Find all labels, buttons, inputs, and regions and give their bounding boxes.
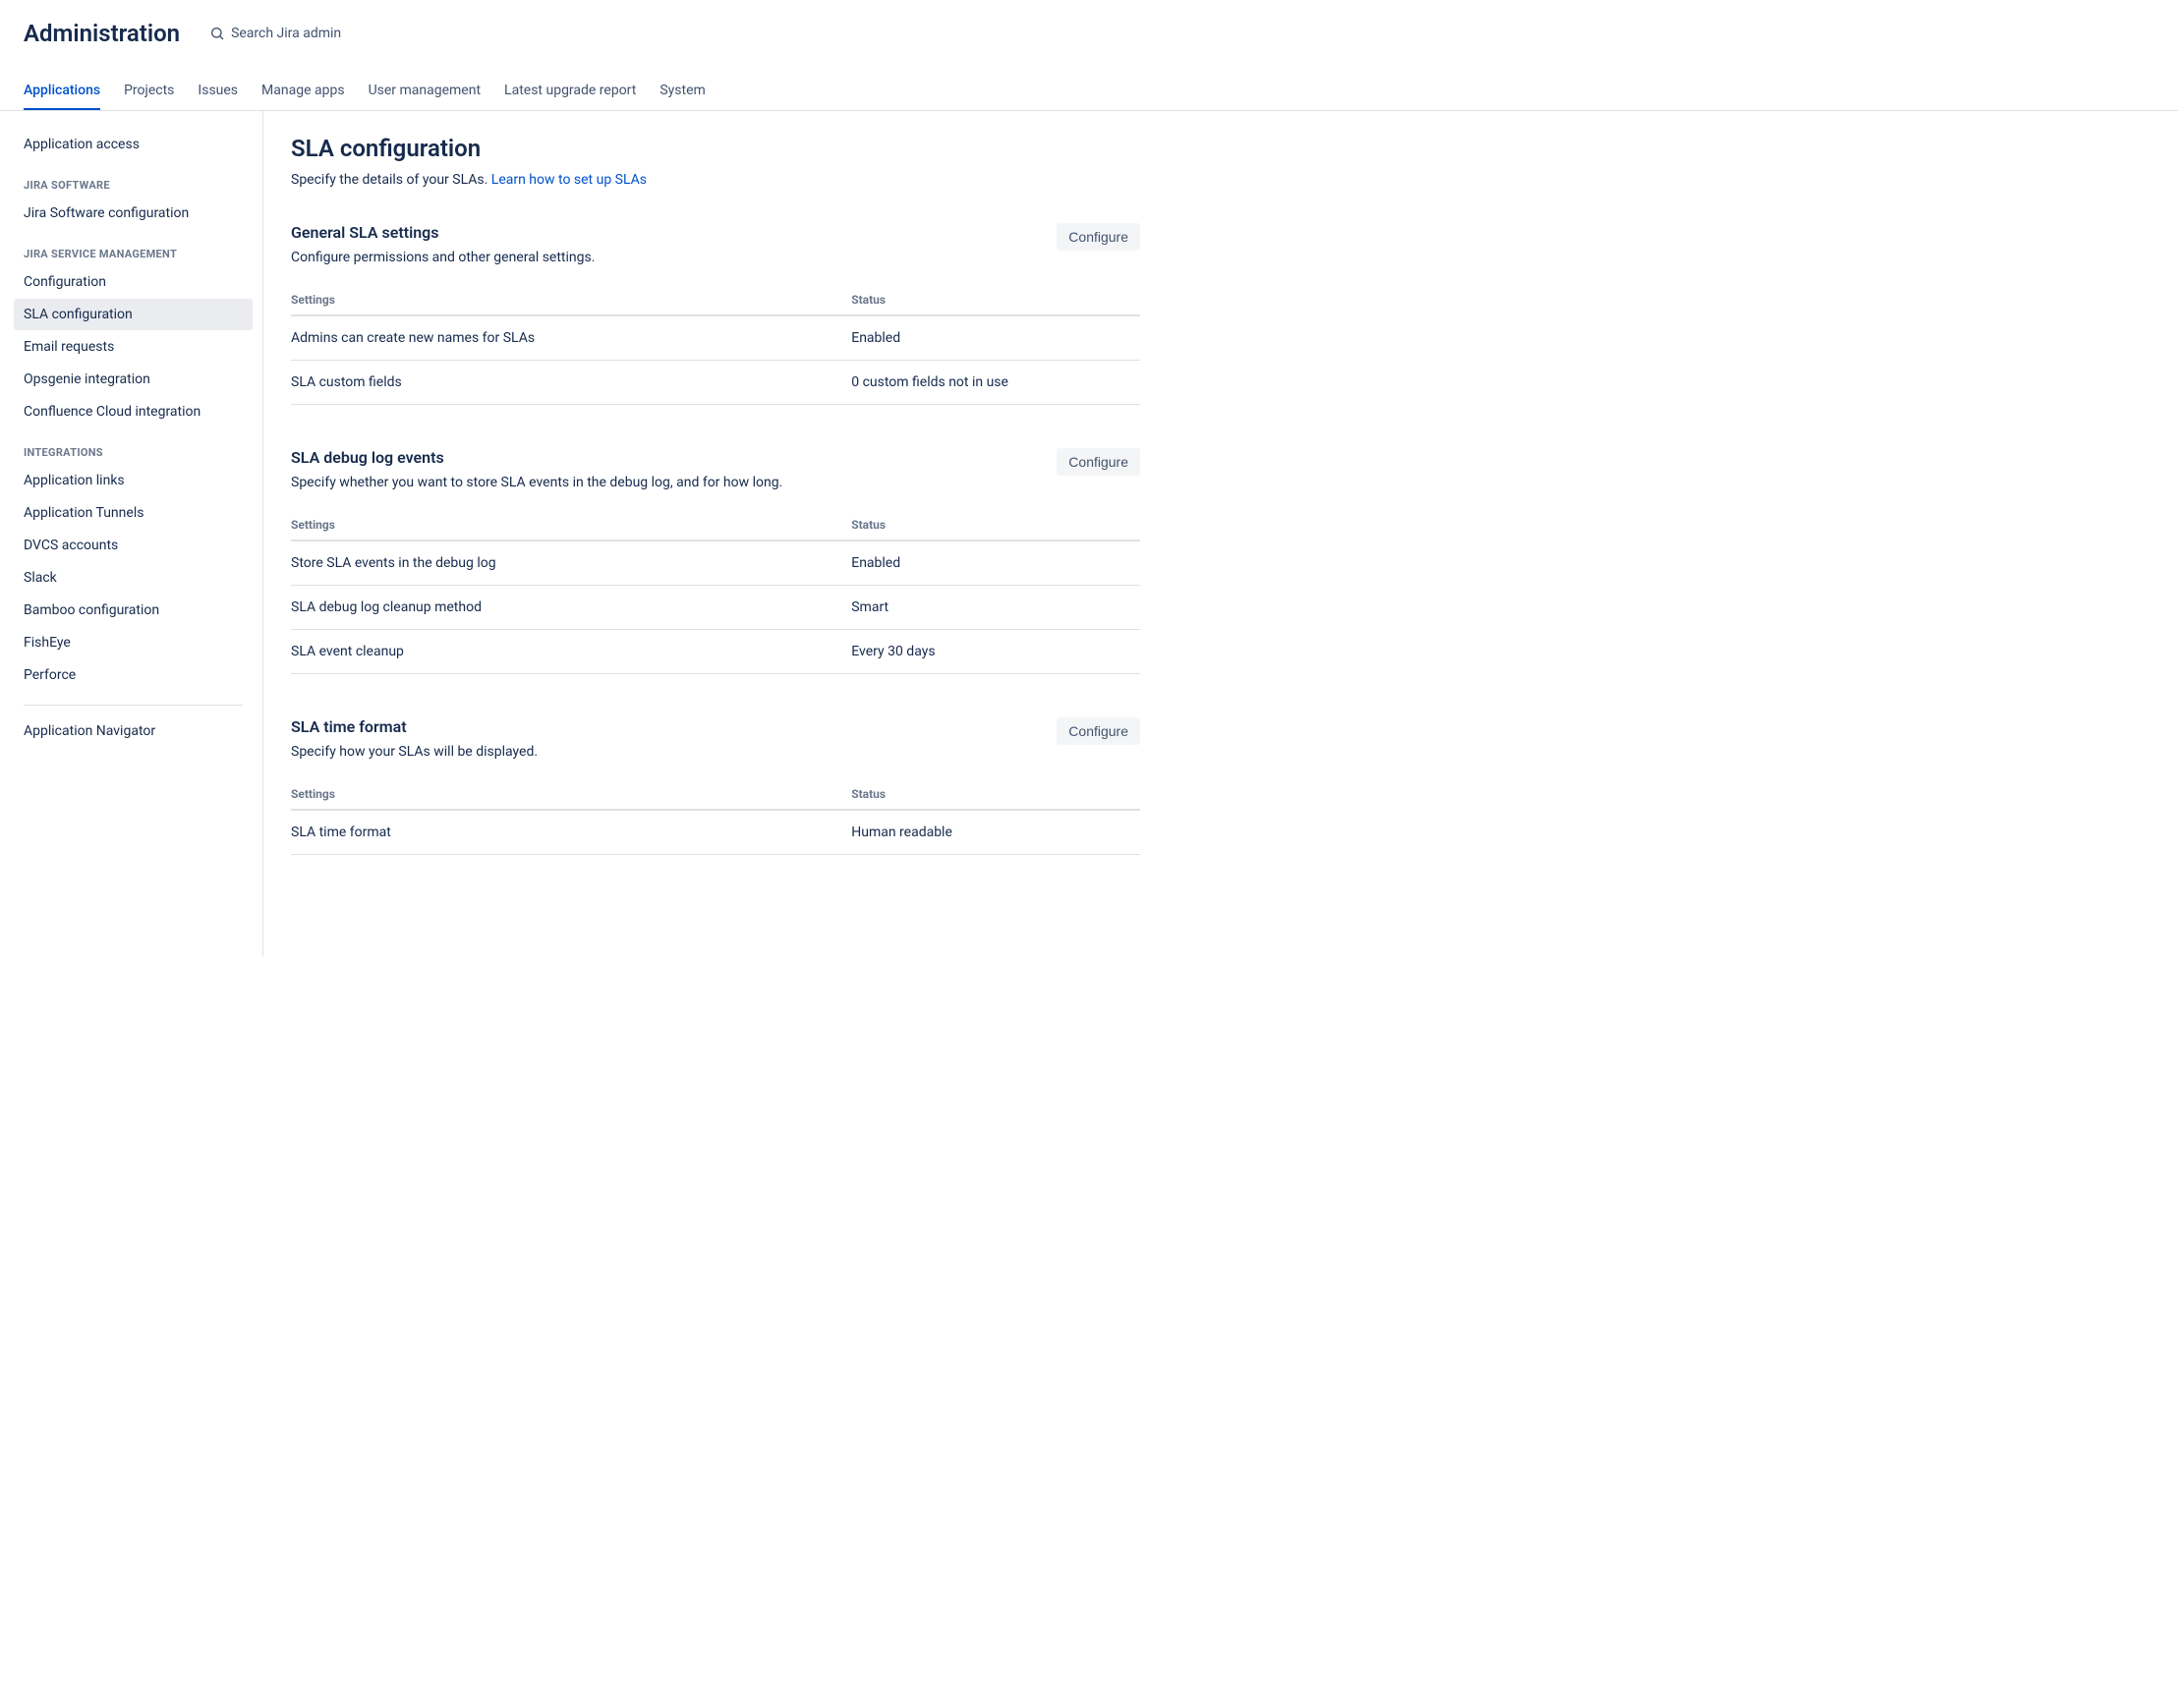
table-row: SLA time formatHuman readable — [291, 810, 1140, 855]
search-admin[interactable]: Search Jira admin — [209, 26, 341, 41]
setting-status: 0 custom fields not in use — [851, 361, 1140, 405]
page-description: Specify the details of your SLAs. Learn … — [291, 172, 1140, 188]
sidebar: Application access JIRA SOFTWAREJira Sof… — [0, 111, 263, 956]
col-status: Status — [851, 779, 1140, 810]
sidebar-item-application-navigator[interactable]: Application Navigator — [14, 715, 253, 747]
table-row: SLA custom fields0 custom fields not in … — [291, 361, 1140, 405]
page-description-link[interactable]: Learn how to set up SLAs — [491, 172, 647, 188]
sidebar-item-sla-configuration[interactable]: SLA configuration — [14, 299, 253, 330]
sidebar-item-confluence-cloud-integration[interactable]: Confluence Cloud integration — [14, 396, 253, 427]
col-status: Status — [851, 285, 1140, 315]
sidebar-item-opsgenie-integration[interactable]: Opsgenie integration — [14, 364, 253, 395]
sidebar-item-bamboo-configuration[interactable]: Bamboo configuration — [14, 595, 253, 626]
section-description: Specify how your SLAs will be displayed. — [291, 744, 538, 760]
sidebar-heading: INTEGRATIONS — [14, 428, 253, 465]
setting-name: SLA custom fields — [291, 361, 851, 405]
body-layout: Application access JIRA SOFTWAREJira Sof… — [0, 111, 2178, 956]
sidebar-item-perforce[interactable]: Perforce — [14, 659, 253, 691]
search-placeholder-text: Search Jira admin — [231, 26, 341, 41]
setting-status: Enabled — [851, 541, 1140, 586]
configure-button[interactable]: Configure — [1057, 223, 1140, 251]
tab-manage-apps[interactable]: Manage apps — [261, 75, 345, 110]
sidebar-item-fisheye[interactable]: FishEye — [14, 627, 253, 658]
table-row: Admins can create new names for SLAsEnab… — [291, 315, 1140, 361]
settings-table: SettingsStatusAdmins can create new name… — [291, 285, 1140, 405]
setting-name: SLA time format — [291, 810, 851, 855]
section-header: SLA time format Specify how your SLAs wil… — [291, 717, 1140, 779]
page-description-text: Specify the details of your SLAs. — [291, 172, 491, 188]
section-header: SLA debug log events Specify whether you … — [291, 448, 1140, 510]
col-settings: Settings — [291, 285, 851, 315]
tab-projects[interactable]: Projects — [124, 75, 174, 110]
sidebar-item-dvcs-accounts[interactable]: DVCS accounts — [14, 530, 253, 561]
page-title: SLA configuration — [291, 135, 1140, 162]
settings-table: SettingsStatusStore SLA events in the de… — [291, 510, 1140, 674]
sidebar-item-application-access[interactable]: Application access — [14, 129, 253, 160]
settings-table: SettingsStatusSLA time formatHuman reada… — [291, 779, 1140, 855]
sidebar-item-email-requests[interactable]: Email requests — [14, 331, 253, 363]
col-settings: Settings — [291, 510, 851, 541]
admin-tabs: Applications Projects Issues Manage apps Use… — [0, 75, 2178, 111]
tab-issues[interactable]: Issues — [198, 75, 238, 110]
table-row: SLA debug log cleanup methodSmart — [291, 586, 1140, 630]
table-row: SLA event cleanupEvery 30 days — [291, 630, 1140, 674]
sidebar-item-application-tunnels[interactable]: Application Tunnels — [14, 497, 253, 529]
section-header: General SLA settings Configure permission… — [291, 223, 1140, 285]
section: SLA debug log events Specify whether you … — [291, 448, 1140, 674]
section-description: Specify whether you want to store SLA ev… — [291, 475, 782, 490]
section: SLA time format Specify how your SLAs wil… — [291, 717, 1140, 855]
tab-applications[interactable]: Applications — [24, 75, 100, 110]
col-status: Status — [851, 510, 1140, 541]
search-icon — [209, 26, 225, 41]
setting-status: Every 30 days — [851, 630, 1140, 674]
configure-button[interactable]: Configure — [1057, 717, 1140, 745]
sidebar-heading: JIRA SERVICE MANAGEMENT — [14, 230, 253, 266]
tab-system[interactable]: System — [659, 75, 705, 110]
sidebar-item-application-links[interactable]: Application links — [14, 465, 253, 496]
sidebar-heading: JIRA SOFTWARE — [14, 161, 253, 198]
section-description: Configure permissions and other general … — [291, 250, 595, 265]
setting-status: Enabled — [851, 315, 1140, 361]
sidebar-divider — [24, 705, 243, 706]
setting-name: SLA event cleanup — [291, 630, 851, 674]
setting-status: Human readable — [851, 810, 1140, 855]
section: General SLA settings Configure permission… — [291, 223, 1140, 405]
section-title: SLA debug log events — [291, 448, 782, 467]
setting-name: SLA debug log cleanup method — [291, 586, 851, 630]
setting-name: Store SLA events in the debug log — [291, 541, 851, 586]
tab-user-management[interactable]: User management — [369, 75, 481, 110]
section-title: SLA time format — [291, 717, 538, 736]
main-content: SLA configuration Specify the details of… — [263, 111, 1168, 956]
configure-button[interactable]: Configure — [1057, 448, 1140, 476]
sidebar-item-slack[interactable]: Slack — [14, 562, 253, 594]
setting-status: Smart — [851, 586, 1140, 630]
setting-name: Admins can create new names for SLAs — [291, 315, 851, 361]
col-settings: Settings — [291, 779, 851, 810]
admin-header: Administration Search Jira admin — [0, 0, 2178, 57]
table-row: Store SLA events in the debug logEnabled — [291, 541, 1140, 586]
sidebar-item-configuration[interactable]: Configuration — [14, 266, 253, 298]
sidebar-item-jira-software-configuration[interactable]: Jira Software configuration — [14, 198, 253, 229]
section-title: General SLA settings — [291, 223, 595, 242]
tab-latest-upgrade-report[interactable]: Latest upgrade report — [504, 75, 636, 110]
admin-title: Administration — [24, 20, 180, 47]
